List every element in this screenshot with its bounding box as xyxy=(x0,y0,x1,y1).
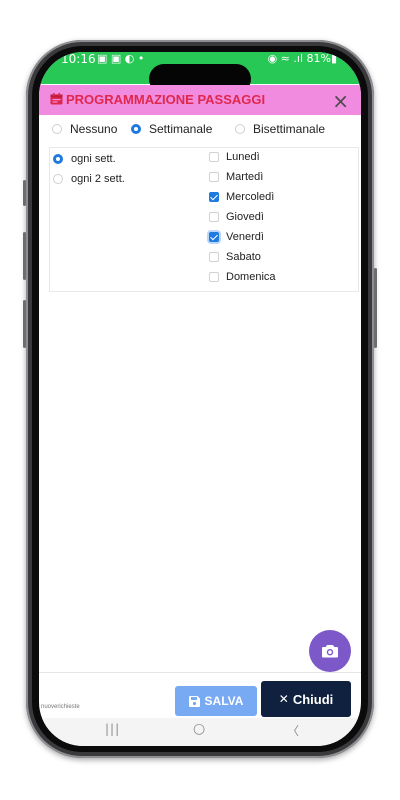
radio-circle[interactable] xyxy=(131,124,141,134)
radio-label: ogni 2 sett. xyxy=(71,173,125,185)
save-button[interactable]: SALVA xyxy=(175,686,257,716)
phone-volume-down-button xyxy=(23,300,26,348)
day-domenica[interactable]: Domenica xyxy=(209,271,276,283)
phone-action-button xyxy=(23,180,26,206)
footer-divider xyxy=(39,672,361,673)
day-martedi[interactable]: Martedì xyxy=(209,171,263,183)
dialog-header: PROGRAMMAZIONE PASSAGGI × xyxy=(39,85,361,115)
day-label: Sabato xyxy=(226,251,261,263)
navigation-bar: ||| ○ 〈 xyxy=(39,718,361,746)
screen: 10:16 ▣ ▣ ◐ • ◉ ≈ .ıl 81%▮ PE TO PROGRAM… xyxy=(39,52,361,746)
radio-circle[interactable] xyxy=(53,154,63,164)
frequency-radio-group: Nessuno Settimanale Bisettimanale xyxy=(39,122,361,142)
checkbox[interactable] xyxy=(209,152,219,162)
phone-power-button xyxy=(374,268,377,348)
schedule-panel: ogni sett. ogni 2 sett. Lunedì Martedì M… xyxy=(49,147,359,292)
home-icon[interactable]: ○ xyxy=(193,721,205,737)
save-button-label: SALVA xyxy=(204,694,244,708)
checkbox[interactable] xyxy=(209,232,219,242)
radio-ogni-sett[interactable]: ogni sett. xyxy=(53,153,116,165)
radio-label: Nessuno xyxy=(70,122,118,136)
radio-label: ogni sett. xyxy=(71,153,116,165)
checkbox[interactable] xyxy=(209,212,219,222)
day-venerdi[interactable]: Venerdì xyxy=(209,231,264,243)
checkbox[interactable] xyxy=(209,192,219,202)
radio-circle[interactable] xyxy=(53,174,63,184)
radio-ogni-2-sett[interactable]: ogni 2 sett. xyxy=(53,173,125,185)
dialog-title: PROGRAMMAZIONE PASSAGGI xyxy=(66,92,266,107)
day-label: Domenica xyxy=(226,271,276,283)
day-label: Giovedì xyxy=(226,211,264,223)
checkbox[interactable] xyxy=(209,252,219,262)
radio-settimanale[interactable]: Settimanale xyxy=(131,122,212,136)
checkbox[interactable] xyxy=(209,172,219,182)
recent-apps-icon[interactable]: ||| xyxy=(105,722,120,736)
radio-circle[interactable] xyxy=(52,124,62,134)
camera-icon xyxy=(322,645,338,658)
radio-bisettimanale[interactable]: Bisettimanale xyxy=(235,122,325,136)
radio-nessuno[interactable]: Nessuno xyxy=(52,122,117,136)
system-status-icons: ◉ ≈ .ıl 81%▮ xyxy=(267,52,337,65)
day-sabato[interactable]: Sabato xyxy=(209,251,261,263)
day-label: Mercoledì xyxy=(226,191,275,203)
day-mercoledi[interactable]: Mercoledì xyxy=(209,191,274,203)
status-time: 10:16 xyxy=(61,52,96,66)
radio-label: Settimanale xyxy=(149,122,213,136)
day-label: Martedì xyxy=(226,171,264,183)
close-icon: ✕ xyxy=(278,692,289,706)
day-label: Lunedì xyxy=(226,151,260,163)
floppy-disk-icon xyxy=(188,695,200,707)
day-label: Venerdì xyxy=(226,231,264,243)
calendar-icon xyxy=(50,93,63,105)
footer-note: nuoverichieste xyxy=(41,704,80,710)
close-button[interactable]: ✕ Chiudi xyxy=(261,681,351,717)
day-giovedi[interactable]: Giovedì xyxy=(209,211,264,223)
radio-circle[interactable] xyxy=(235,124,245,134)
checkbox[interactable] xyxy=(209,272,219,282)
camera-button[interactable] xyxy=(309,630,351,672)
radio-label: Bisettimanale xyxy=(253,122,326,136)
notification-icons: ▣ ▣ ◐ • xyxy=(97,52,145,65)
phone-volume-up-button xyxy=(23,232,26,280)
close-icon[interactable]: × xyxy=(332,89,349,113)
close-button-label: Chiudi xyxy=(292,691,334,707)
back-icon[interactable]: 〈 xyxy=(287,722,299,739)
day-lunedi[interactable]: Lunedì xyxy=(209,151,260,163)
